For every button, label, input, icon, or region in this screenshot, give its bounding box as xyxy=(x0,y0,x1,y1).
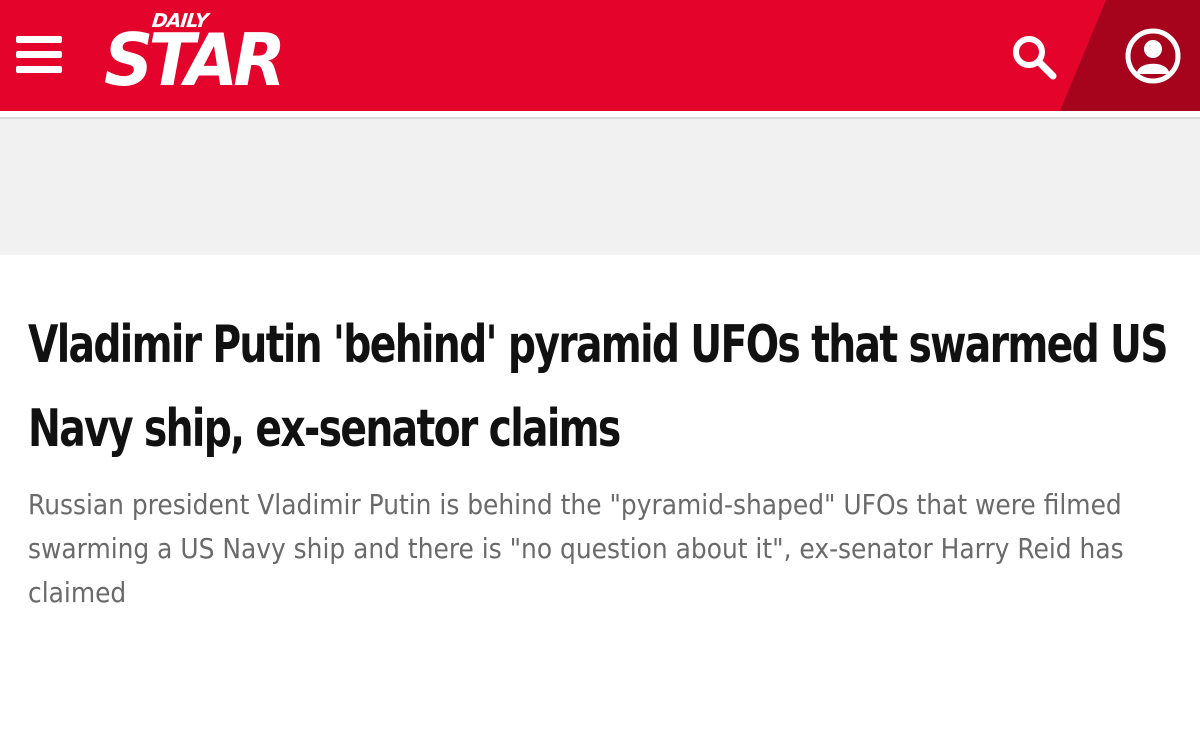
advertisement-slot xyxy=(0,119,1200,255)
logo-star-text: STAR xyxy=(104,18,286,102)
search-icon[interactable] xyxy=(1010,33,1058,81)
article-headline: Vladimir Putin 'behind' pyramid UFOs tha… xyxy=(28,315,1169,459)
site-header: DAILY STAR xyxy=(0,0,1200,111)
header-divider xyxy=(0,111,1200,119)
search-icon-glyph xyxy=(1013,36,1057,80)
user-account-icon[interactable] xyxy=(1124,27,1182,85)
article-standfirst: Russian president Vladimir Putin is behi… xyxy=(28,488,1124,609)
menu-line xyxy=(16,51,62,58)
daily-star-logo[interactable]: DAILY STAR xyxy=(104,10,286,102)
user-account-icon-glyph xyxy=(1125,28,1181,84)
menu-line xyxy=(16,36,62,43)
article: Vladimir Putin 'behind' pyramid UFOs tha… xyxy=(0,255,1200,615)
menu-line xyxy=(16,66,62,73)
hamburger-menu-icon[interactable] xyxy=(16,36,62,76)
